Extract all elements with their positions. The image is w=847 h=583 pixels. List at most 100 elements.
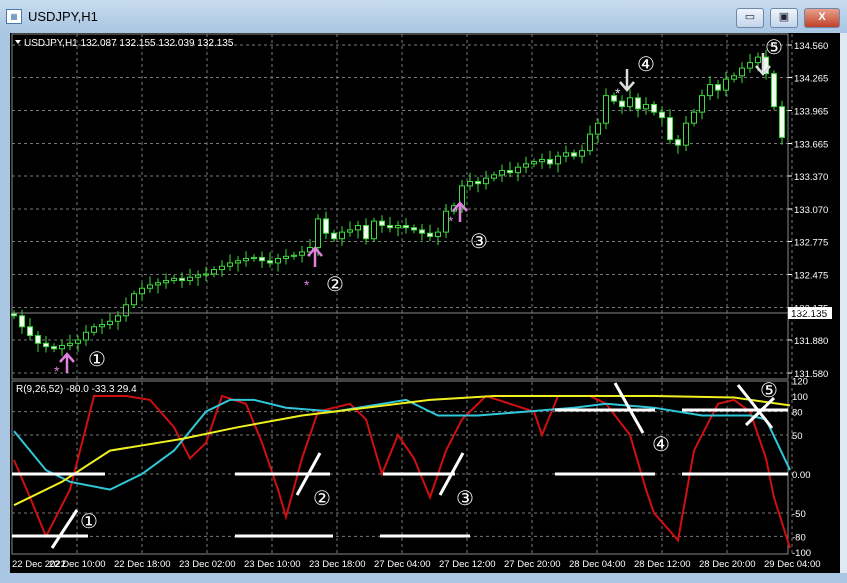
candle-body [235, 260, 241, 264]
candle-body [411, 227, 417, 231]
candle-body [547, 158, 553, 165]
signal-asterisk-sell: * [615, 85, 621, 101]
price-label: 134.265 [794, 73, 828, 84]
candle-body [19, 315, 25, 328]
chart-window-icon: ▦ [6, 9, 22, 24]
candle-body [395, 225, 401, 229]
svg-text:*: * [448, 213, 454, 229]
candle-body [99, 324, 105, 328]
svg-text:*: * [304, 277, 310, 293]
candle-body [683, 122, 689, 146]
candle-body [427, 232, 433, 238]
candle-body [203, 273, 209, 276]
price-label: 131.880 [794, 336, 828, 347]
time-label: 23 Dec 18:00 [309, 559, 366, 570]
restore-button[interactable]: ▣ [770, 8, 798, 28]
time-label: 22 Dec 10:00 [49, 559, 106, 570]
candle-body [11, 313, 17, 317]
annotation-2: ② [326, 274, 344, 296]
minimize-button[interactable]: ▭ [736, 8, 764, 28]
candle-body [507, 169, 513, 174]
indicator-annotation-1: ① [80, 511, 98, 533]
candle-body [243, 258, 249, 262]
annotation-lines [12, 382, 788, 549]
candle-body [387, 225, 393, 229]
time-label: 28 Dec 04:00 [569, 559, 626, 570]
candle-body [275, 258, 281, 264]
candle-body [707, 84, 713, 97]
candle-body [523, 163, 529, 168]
candle-body [339, 231, 345, 240]
candle-body [563, 152, 569, 157]
price-label: 133.965 [794, 106, 828, 117]
candle-body [251, 256, 257, 260]
candle-body [675, 139, 681, 146]
candle-body [163, 280, 169, 284]
indicator-panel-border [11, 380, 789, 555]
candle-body [147, 284, 153, 289]
candle-body [475, 180, 481, 185]
candle-body [91, 326, 97, 333]
candle-body [587, 133, 593, 152]
indicator-level-label: -100 [792, 548, 811, 559]
indicator-header: R(9,26,52) -80.0 -33.3 29.4 [16, 384, 137, 395]
candle-body [347, 229, 353, 233]
price-label: 132.475 [794, 270, 828, 281]
candle-body [355, 225, 361, 231]
candle-body [315, 218, 321, 249]
candle-body [619, 100, 625, 108]
price-label: 132.775 [794, 237, 828, 248]
indicator-annotation-2: ② [313, 488, 331, 510]
candle-body [435, 231, 441, 238]
candle-body [115, 315, 121, 322]
candle-body [747, 62, 753, 69]
indicator-level-label: 120 [792, 376, 808, 387]
candle-body [419, 229, 425, 234]
candle-body [635, 97, 641, 110]
annotation-5: ⑤ [765, 37, 783, 59]
candle-body [363, 225, 369, 240]
time-label: 28 Dec 20:00 [699, 559, 756, 570]
indicator-level-label: -50 [792, 509, 806, 520]
main-panel-border [11, 33, 789, 380]
chart-area[interactable]: USDJPY,H1 132.087 132.155 132.039 132.13… [10, 33, 840, 573]
candle-body [59, 344, 65, 350]
time-label: 22 Dec 18:00 [114, 559, 171, 570]
collapse-triangle-icon[interactable] [15, 40, 21, 44]
time-label: 28 Dec 12:00 [634, 559, 691, 570]
price-label: 133.665 [794, 140, 828, 151]
indicator-level-label: -80 [792, 532, 806, 543]
price-label: 133.070 [794, 205, 828, 216]
vertical-scrollbar[interactable] [840, 33, 847, 573]
price-label: 134.560 [794, 41, 828, 52]
candle-body [83, 331, 89, 341]
window-title: USDJPY,H1 [28, 9, 98, 24]
candle-body [531, 161, 537, 165]
candle-body [659, 111, 665, 119]
price-label: 133.370 [794, 172, 828, 183]
candle-body [131, 293, 137, 306]
candle-body [75, 339, 81, 344]
candle-body [755, 56, 761, 64]
candle-body [123, 304, 129, 317]
candle-body [35, 335, 41, 344]
candle-body [667, 117, 673, 141]
candle-body [259, 256, 265, 262]
candle-body [107, 320, 113, 326]
candle-body [323, 218, 329, 234]
candle-body [27, 326, 33, 337]
candle-body [403, 225, 409, 229]
time-label: 27 Dec 12:00 [439, 559, 496, 570]
close-button[interactable]: X [804, 8, 840, 28]
candle-body [331, 232, 337, 240]
annotation-3: ③ [470, 231, 488, 253]
annotation-4: ④ [637, 54, 655, 76]
time-label: 23 Dec 10:00 [244, 559, 301, 570]
title-bar: ▦ USDJPY,H1 ▭ ▣ X [0, 0, 847, 32]
candle-body [779, 106, 785, 138]
candle-body [771, 73, 777, 108]
candle-body [283, 255, 289, 260]
candle-body [691, 111, 697, 124]
candle-body [571, 152, 577, 157]
candle-body [539, 158, 545, 163]
